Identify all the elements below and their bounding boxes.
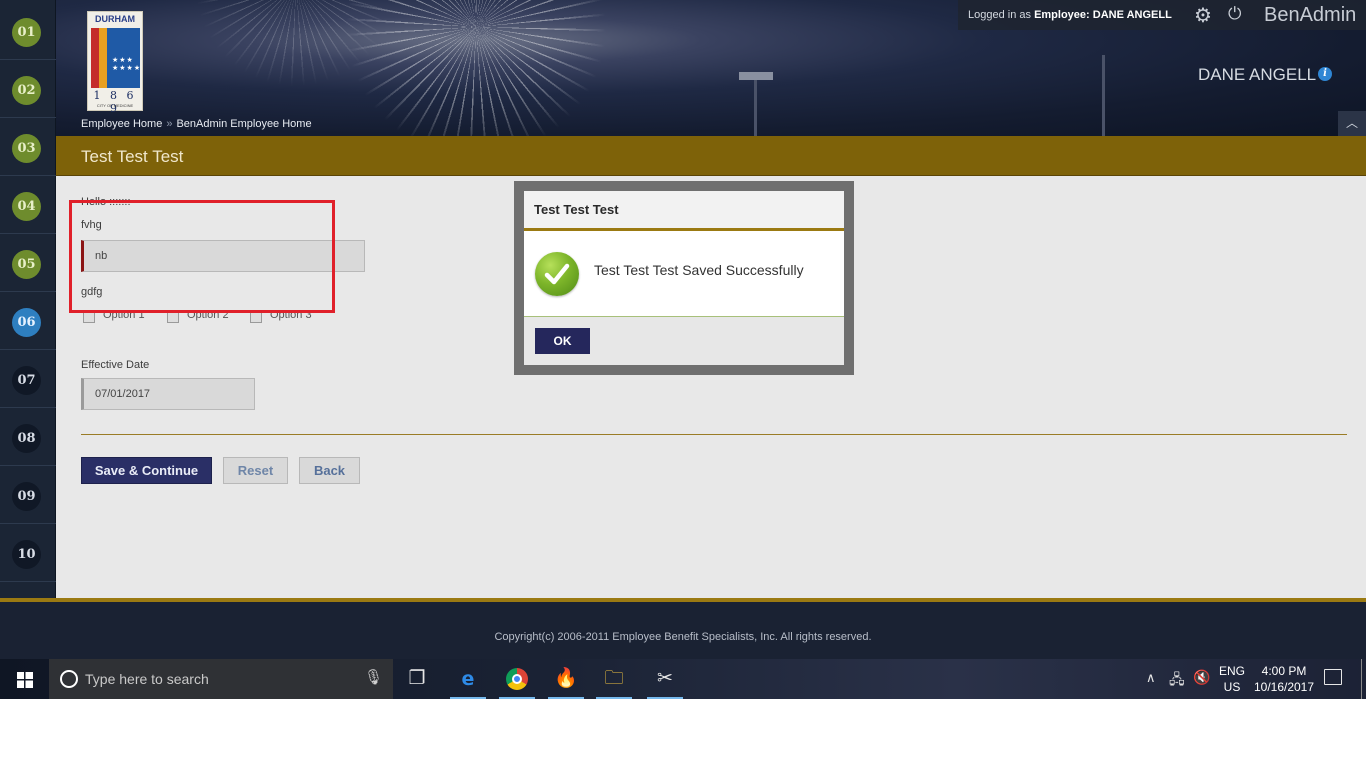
step-navigation: 01 02 03 04 05 06 07 08 09 10	[0, 0, 56, 600]
step-number: 09	[12, 482, 41, 511]
copyright-text: Copyright(c) 2006-2011 Employee Benefit …	[494, 631, 872, 643]
snipping-tool-icon[interactable]: ✂	[641, 659, 689, 699]
page-title-bar: Test Test Test	[56, 136, 1366, 176]
page-footer: Copyright(c) 2006-2011 Employee Benefit …	[0, 598, 1366, 659]
step-number: 08	[12, 424, 41, 453]
step-04[interactable]: 04	[0, 176, 56, 234]
page-title: Test Test Test	[81, 147, 184, 166]
dialog-message: Test Test Test Saved Successfully	[594, 262, 804, 278]
ok-button[interactable]: OK	[535, 328, 590, 354]
system-clock[interactable]: 4:00 PM 10/16/2017	[1250, 663, 1318, 695]
network-icon[interactable]: 🖧	[1169, 669, 1185, 693]
taskbar-search-box[interactable]: Type here to search 🎙	[49, 659, 393, 699]
collapse-button[interactable]: ︿	[1338, 111, 1366, 136]
logo-text: DURHAM	[95, 14, 135, 24]
task-view-icon[interactable]: ❐	[393, 659, 441, 699]
back-button[interactable]: Back	[299, 457, 360, 484]
breadcrumb: Employee Home » BenAdmin Employee Home	[81, 118, 312, 130]
breadcrumb-current[interactable]: BenAdmin Employee Home	[176, 118, 311, 130]
language-indicator[interactable]: ENG US	[1216, 663, 1248, 695]
start-button[interactable]	[0, 659, 48, 699]
windows-icon	[17, 672, 33, 688]
language-code: ENG	[1218, 664, 1245, 678]
clock-time: 4:00 PM	[1261, 664, 1307, 678]
dialog-title: Test Test Test	[534, 202, 619, 217]
step-number: 06	[12, 308, 41, 337]
file-explorer-icon[interactable]: 🗀	[590, 659, 638, 699]
firefox-browser-icon[interactable]: 🔥	[542, 659, 590, 699]
step-10[interactable]: 10	[0, 524, 56, 582]
dialog-footer: OK	[524, 316, 844, 365]
step-07[interactable]: 07	[0, 350, 56, 408]
step-05[interactable]: 05	[0, 234, 56, 292]
step-number: 02	[12, 76, 41, 105]
logo-stripe	[99, 28, 107, 88]
step-09[interactable]: 09	[0, 466, 56, 524]
section-divider	[81, 434, 1347, 435]
effective-date-label: Effective Date	[81, 359, 150, 371]
step-number: 04	[12, 192, 41, 221]
step-01[interactable]: 01	[0, 2, 56, 60]
durham-logo[interactable]: DURHAM ★★★ ★★★★ 1 8 6 9 CITY OF MEDICINE	[87, 11, 143, 115]
chrome-browser-icon[interactable]	[493, 659, 541, 699]
chevron-up-icon: ︿	[1345, 116, 1358, 130]
reset-button[interactable]: Reset	[223, 457, 288, 484]
logo-subtext: CITY OF MEDICINE	[96, 103, 134, 108]
step-number: 05	[12, 250, 41, 279]
step-number: 01	[12, 18, 41, 47]
step-number: 10	[12, 540, 41, 569]
light-pole	[1102, 55, 1105, 136]
chevron-up-icon[interactable]: ∧	[1146, 670, 1156, 686]
logo-year: 1 8 6 9	[93, 89, 137, 115]
success-dialog: Test Test Test Test Test Test Saved Succ…	[524, 191, 844, 365]
login-name: DANE ANGELL	[1092, 9, 1172, 21]
edge-browser-icon[interactable]: e	[444, 659, 492, 699]
windows-taskbar: Type here to search 🎙 ❐ e 🔥 🗀 ✂ ∧ 🖧 🔇 EN…	[0, 659, 1366, 699]
search-placeholder: Type here to search	[85, 671, 209, 687]
region-code: US	[1223, 680, 1241, 694]
login-status: Logged in as Employee: DANE ANGELL	[968, 9, 1172, 21]
highlight-annotation-box	[69, 200, 335, 313]
step-08[interactable]: 08	[0, 408, 56, 466]
step-03[interactable]: 03	[0, 118, 56, 176]
microphone-icon[interactable]: 🎙	[364, 668, 383, 686]
show-desktop-button[interactable]	[1361, 659, 1362, 699]
light-pole-head	[739, 72, 773, 80]
step-06[interactable]: 06	[0, 292, 56, 350]
login-role: Employee:	[1034, 9, 1090, 21]
top-user-bar: Logged in as Employee: DANE ANGELL ⚙ ⏻ B…	[958, 0, 1366, 30]
logo-stars: ★★★ ★★★★	[112, 57, 142, 72]
cortana-icon	[60, 670, 78, 688]
logo-stripe	[91, 28, 99, 88]
step-02[interactable]: 02	[0, 60, 56, 118]
screen: 01 02 03 04 05 06 07 08 09 10 DURHAM ★★★…	[0, 0, 1366, 699]
brand-name: BenAdmin	[1264, 4, 1357, 26]
light-pole	[754, 78, 757, 136]
step-number: 07	[12, 366, 41, 395]
checkmark-icon	[535, 252, 579, 296]
step-number: 03	[12, 134, 41, 163]
power-icon[interactable]: ⏻	[1228, 4, 1241, 24]
breadcrumb-separator: »	[166, 118, 173, 130]
user-display-name: DANE ANGELL	[1198, 65, 1317, 84]
save-continue-button[interactable]: Save & Continue	[81, 457, 212, 484]
notification-icon[interactable]	[1324, 669, 1342, 685]
clock-date: 10/16/2017	[1253, 680, 1315, 694]
dialog-header: Test Test Test	[524, 191, 844, 231]
header-banner: DURHAM ★★★ ★★★★ 1 8 6 9 CITY OF MEDICINE …	[56, 0, 1366, 136]
gear-icon[interactable]: ⚙	[1194, 3, 1212, 28]
firework-decoration	[346, 0, 606, 136]
effective-date-input[interactable]: 07/01/2017	[81, 378, 255, 410]
volume-muted-icon[interactable]: 🔇	[1193, 669, 1210, 686]
info-icon[interactable]: i	[1318, 67, 1332, 81]
breadcrumb-home[interactable]: Employee Home	[81, 118, 162, 130]
login-prefix: Logged in as	[968, 9, 1031, 21]
